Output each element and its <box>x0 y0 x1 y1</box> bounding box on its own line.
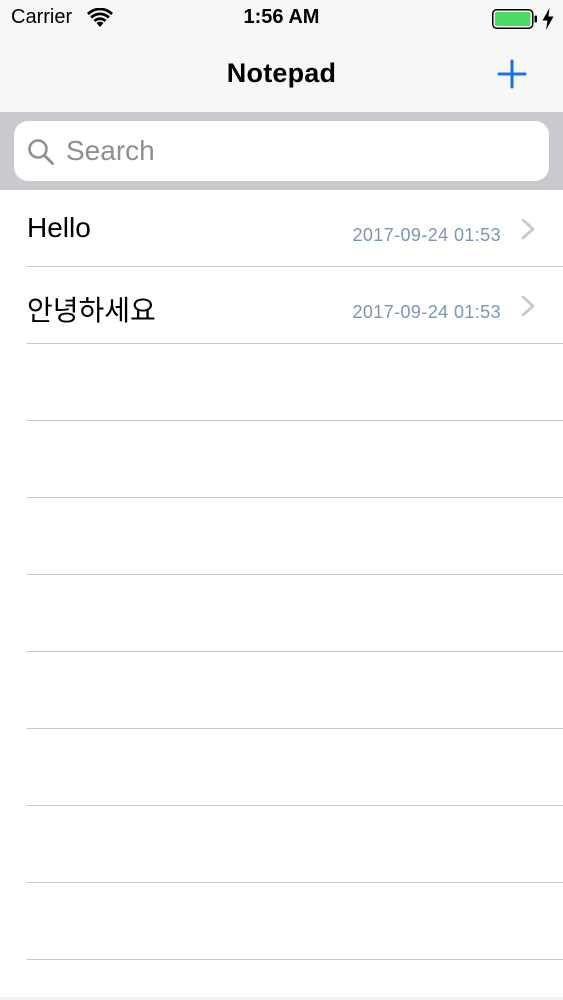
notes-list: Hello 2017-09-24 01:53 안녕하세요 2017-09-24 … <box>0 190 563 960</box>
empty-row <box>0 498 563 575</box>
navigation-bar: Notepad <box>0 38 563 112</box>
search-field-container[interactable] <box>14 121 549 181</box>
note-title: 안녕하세요 <box>27 295 156 326</box>
add-note-button[interactable] <box>492 54 532 94</box>
empty-row <box>0 729 563 806</box>
empty-row <box>0 806 563 883</box>
battery-icon <box>492 9 537 29</box>
note-row[interactable]: 안녕하세요 2017-09-24 01:53 <box>0 267 563 344</box>
status-bar: Carrier 1:56 AM <box>0 0 563 38</box>
search-bar <box>0 112 563 190</box>
row-separator <box>27 959 563 960</box>
page-title: Notepad <box>226 58 337 88</box>
plus-icon <box>497 59 527 89</box>
note-row[interactable]: Hello 2017-09-24 01:53 <box>0 190 563 267</box>
status-time: 1:56 AM <box>243 6 320 28</box>
note-title: Hello <box>27 212 91 243</box>
empty-row <box>0 344 563 421</box>
note-date: 2017-09-24 01:53 <box>352 225 501 245</box>
search-input[interactable] <box>66 121 536 181</box>
empty-row <box>0 652 563 729</box>
empty-row <box>0 883 563 960</box>
search-icon <box>28 139 54 165</box>
charging-icon <box>542 8 554 30</box>
note-date: 2017-09-24 01:53 <box>352 302 501 322</box>
empty-row <box>0 575 563 652</box>
empty-row <box>0 421 563 498</box>
chevron-right-icon <box>521 218 535 240</box>
chevron-right-icon <box>521 295 535 317</box>
